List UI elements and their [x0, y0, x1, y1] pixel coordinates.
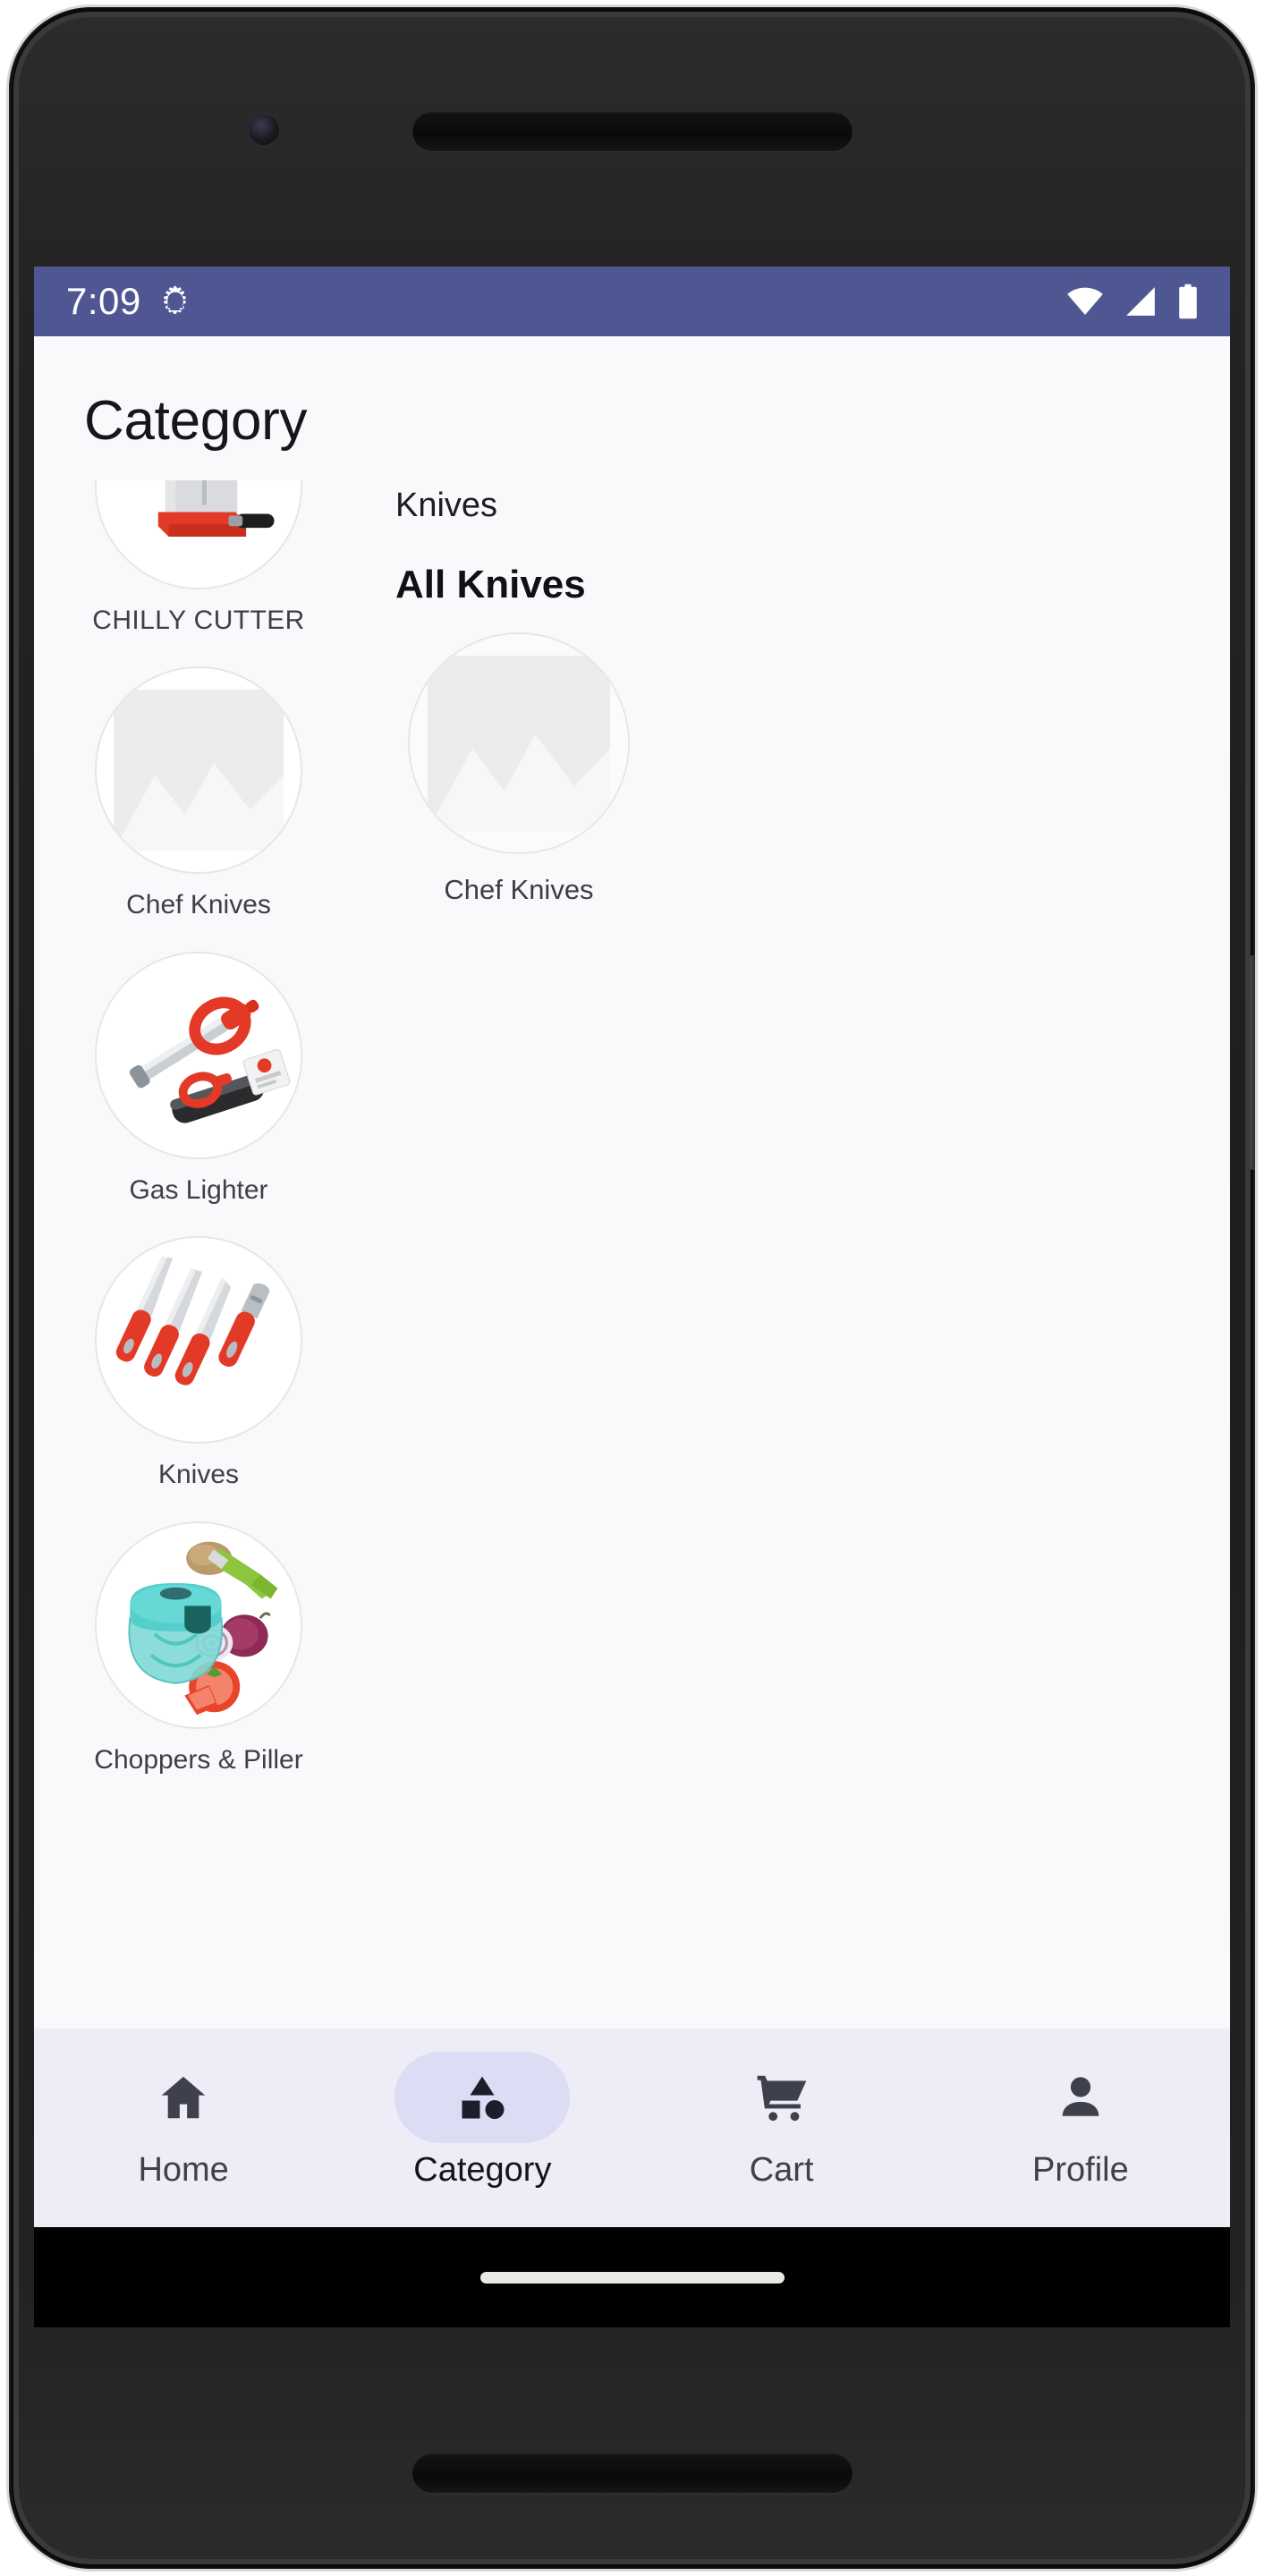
shopping-cart-icon — [753, 2070, 810, 2125]
nav-item-cart[interactable]: Cart — [632, 2052, 931, 2190]
content-area: CHILLY CUTTER Chef Knives Gas Lighter Kn… — [34, 480, 1230, 2029]
category-rail-item-label: Gas Lighter — [129, 1174, 268, 1205]
nav-label-category: Category — [413, 2151, 552, 2189]
category-rail-item-label: CHILLY CUTTER — [92, 606, 305, 636]
broken-image-icon — [428, 656, 610, 832]
nav-item-home[interactable]: Home — [34, 2052, 333, 2190]
chilly-cutter-photo — [95, 480, 302, 590]
product-label: Chef Knives — [444, 874, 594, 906]
cell-signal-icon — [1123, 286, 1158, 317]
chopper-photo — [95, 1521, 302, 1729]
bug-gear-icon — [157, 284, 193, 319]
wifi-icon — [1065, 286, 1105, 317]
battery-icon — [1176, 284, 1200, 319]
image-placeholder — [408, 632, 630, 855]
camera-icon — [249, 114, 279, 145]
category-rail-item-label: Chef Knives — [126, 890, 271, 920]
gas-lighter-photo — [95, 951, 302, 1159]
app-content: Category CHILLY CUTTER Chef Knives Gas L… — [34, 336, 1230, 2327]
product-card-chef-knives[interactable]: Chef Knives — [395, 632, 642, 906]
category-rail-item-gas-lighter[interactable]: Gas Lighter — [34, 939, 363, 1224]
system-gesture-bar — [34, 2227, 1230, 2327]
nav-pill-cart — [694, 2052, 870, 2143]
category-rail-item-choppers-piller[interactable]: Choppers & Piller — [34, 1509, 363, 1793]
home-icon — [156, 2070, 211, 2125]
breadcrumb: Knives — [395, 487, 498, 525]
device-stage: 7:09 Category CHILLY CUTTER Chef Knives … — [0, 0, 1264, 2576]
knives-photo — [95, 1236, 302, 1445]
nav-item-category[interactable]: Category — [333, 2052, 632, 2190]
phone-frame: 7:09 Category CHILLY CUTTER Chef Knives … — [9, 7, 1255, 2569]
category-rail-item-knives[interactable]: Knives — [34, 1224, 363, 1508]
nav-label-home: Home — [138, 2151, 229, 2189]
bottom-navigation-bar: Home Category Cart Profile — [34, 2029, 1230, 2227]
category-rail-item-chilly-cutter[interactable]: CHILLY CUTTER — [34, 480, 363, 654]
status-bar-left: 7:09 — [66, 283, 193, 320]
category-rail-scroll-content: CHILLY CUTTER Chef Knives Gas Lighter Kn… — [34, 480, 363, 1793]
image-placeholder — [95, 666, 302, 875]
product-grid: Chef Knives — [395, 632, 1203, 906]
power-button-icon[interactable] — [1250, 955, 1255, 1170]
category-rail-item-label: Choppers & Piller — [94, 1744, 303, 1775]
category-rail-item-label: Knives — [157, 1460, 240, 1490]
status-bar: 7:09 — [34, 267, 1230, 336]
category-shapes-icon — [455, 2071, 509, 2124]
nav-pill-category — [394, 2052, 571, 2143]
status-clock: 7:09 — [66, 280, 141, 322]
phone-screen: 7:09 Category CHILLY CUTTER Chef Knives … — [34, 267, 1230, 2327]
nav-pill-home — [96, 2052, 271, 2143]
nav-item-profile[interactable]: Profile — [931, 2052, 1230, 2190]
person-icon — [1055, 2070, 1107, 2125]
category-rail-item-chef-knives[interactable]: Chef Knives — [34, 654, 363, 938]
home-indicator[interactable] — [479, 2271, 785, 2284]
section-heading: All Knives — [395, 562, 586, 606]
page-title: Category — [84, 390, 308, 452]
bottom-speaker-grille-icon — [411, 2453, 853, 2493]
category-rail[interactable]: CHILLY CUTTER Chef Knives Gas Lighter Kn… — [34, 480, 363, 2029]
nav-label-profile: Profile — [1032, 2151, 1129, 2189]
broken-image-icon — [114, 690, 284, 852]
nav-label-cart: Cart — [749, 2151, 814, 2189]
detail-panel: Knives All Knives Chef Knives — [363, 480, 1230, 2029]
nav-pill-profile — [993, 2052, 1168, 2143]
speaker-grille-icon — [411, 112, 853, 151]
status-bar-right — [1065, 284, 1200, 319]
